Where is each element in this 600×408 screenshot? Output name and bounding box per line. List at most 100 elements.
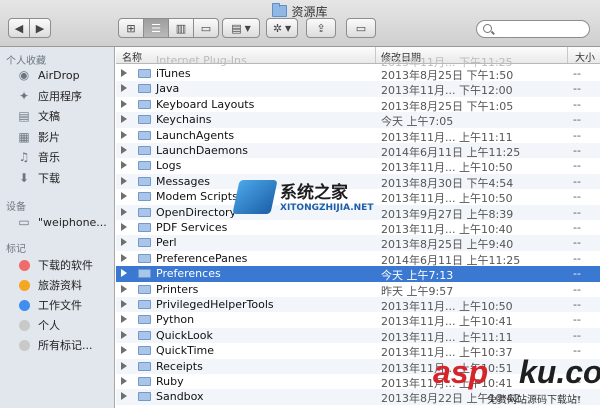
disclosure-triangle-icon[interactable] xyxy=(121,284,127,293)
sidebar-item-favorite-1[interactable]: ✦ 应用程序 xyxy=(0,86,114,106)
disclosure-triangle-icon[interactable] xyxy=(121,161,127,170)
file-size: -- xyxy=(573,313,581,327)
sidebar-item-tag-3[interactable]: 个人 xyxy=(0,315,114,335)
search-field[interactable] xyxy=(476,20,590,38)
column-size-header[interactable]: 大小 xyxy=(575,49,595,64)
folder-icon xyxy=(138,392,151,402)
folder-icon xyxy=(138,346,151,356)
disclosure-triangle-icon[interactable] xyxy=(121,392,127,401)
sidebar-item-label: 影片 xyxy=(38,130,60,144)
back-button[interactable]: ◀ xyxy=(8,18,30,38)
arrange-button[interactable]: ▤ ▼ xyxy=(222,18,260,38)
tag-color-dot-icon xyxy=(18,279,30,291)
folder-icon xyxy=(138,377,151,386)
list-item[interactable]: Python 2013年11月... 上午10:41 -- xyxy=(116,312,600,328)
watermark-xitongzhijia: 系统之家 XITONGZHIJIA.NET xyxy=(232,178,396,222)
disclosure-triangle-icon[interactable] xyxy=(121,300,127,308)
view-icons-button[interactable]: ⊞ xyxy=(118,18,144,38)
action-button[interactable]: ✲ ▼ xyxy=(266,18,298,38)
disclosure-triangle-icon[interactable] xyxy=(121,269,127,278)
file-size: -- xyxy=(573,205,581,219)
disclosure-triangle-icon[interactable] xyxy=(121,253,127,262)
forward-arrow-icon: ▶ xyxy=(35,21,45,35)
disclosure-triangle-icon[interactable] xyxy=(121,207,127,216)
view-list-button[interactable]: ☰ xyxy=(143,18,169,38)
file-name: PDF Services xyxy=(156,221,228,234)
tag-color-dot-icon xyxy=(18,299,30,311)
sidebar-item-favorite-2[interactable]: ▤ 文稿 xyxy=(0,106,114,126)
sidebar-item-label: 文稿 xyxy=(38,110,60,123)
sidebar-item-label: "weiphone... xyxy=(38,215,107,229)
list-item[interactable]: PrivilegedHelperTools 2013年11月... 上午10:50… xyxy=(116,297,600,313)
file-size: -- xyxy=(573,82,581,96)
tag-color-dot-icon xyxy=(18,259,30,271)
list-item[interactable]: Preferences 今天 上午7:13 -- xyxy=(116,266,600,282)
file-size: -- xyxy=(573,298,581,311)
share-button[interactable]: ⇪ xyxy=(306,18,336,38)
sidebar-item-label: AirDrop xyxy=(38,68,80,82)
disclosure-triangle-icon[interactable] xyxy=(121,84,127,93)
sidebar-item-favorite-0[interactable]: ◉ AirDrop xyxy=(0,65,114,85)
list-item[interactable]: PreferencePanes 2014年6月11日 上午11:25 -- xyxy=(116,251,600,267)
grid-icon: ⊞ xyxy=(126,21,136,35)
disclosure-triangle-icon[interactable] xyxy=(121,115,127,124)
disclosure-triangle-icon[interactable] xyxy=(121,315,127,324)
sidebar-item-favorite-3[interactable]: ▦ 影片 xyxy=(0,127,114,147)
sidebar-item-favorite-5[interactable]: ⬇ 下载 xyxy=(0,168,114,188)
disclosure-triangle-icon[interactable] xyxy=(121,192,127,201)
disclosure-triangle-icon[interactable] xyxy=(121,223,127,231)
back-arrow-icon: ◀ xyxy=(14,21,24,35)
xitongzhijia-logo-icon xyxy=(232,180,278,214)
disclosure-triangle-icon[interactable] xyxy=(121,361,127,370)
disclosure-triangle-icon[interactable] xyxy=(121,99,127,108)
list-item[interactable]: Keychains 今天 上午7:05 -- xyxy=(116,112,600,128)
sidebar-item-tag-1[interactable]: 旅游资料 xyxy=(0,275,114,295)
disclosure-triangle-icon[interactable] xyxy=(121,377,127,385)
file-name: Preferences xyxy=(156,267,221,281)
sidebar-item-tag-2[interactable]: 工作文件 xyxy=(0,295,114,315)
file-size: -- xyxy=(573,328,581,342)
sidebar-item-label: 音乐 xyxy=(38,151,60,164)
list-item[interactable]: Keyboard Layouts 2013年8月25日 下午1:05 -- xyxy=(116,97,600,113)
file-name: Receipts xyxy=(156,359,203,373)
file-name: Keychains xyxy=(156,113,212,127)
tag-icon xyxy=(16,297,32,313)
tags-button[interactable]: ▭ xyxy=(346,18,376,38)
sidebar-item-favorite-4[interactable]: ♫ 音乐 xyxy=(0,147,114,167)
chevron-down-icon: ▼ xyxy=(244,23,251,33)
disclosure-triangle-icon[interactable] xyxy=(121,346,127,355)
list-item[interactable]: LaunchAgents 2013年11月... 上午11:11 -- xyxy=(116,128,600,144)
disclosure-triangle-icon[interactable] xyxy=(121,176,127,185)
sidebar-item-label: 个人 xyxy=(38,319,60,332)
list-item[interactable]: Perl 2013年8月25日 上午9:40 -- xyxy=(116,235,600,251)
watermark-aspku: asp ku.com 免费网站源码下载站! xyxy=(433,354,600,406)
list-item[interactable]: PDF Services 2013年11月... 上午10:40 -- xyxy=(116,220,600,236)
folder-icon xyxy=(138,115,151,125)
sidebar-item-tag-4[interactable]: 所有标记... xyxy=(0,335,114,355)
list-item[interactable]: QuickLook 2013年11月... 上午11:11 -- xyxy=(116,327,600,344)
list-item[interactable]: Printers 昨天 上午9:57 -- xyxy=(116,282,600,298)
disclosure-triangle-icon[interactable] xyxy=(121,130,127,139)
disclosure-triangle-icon[interactable] xyxy=(121,69,127,77)
folder-icon xyxy=(138,84,151,94)
view-columns-button[interactable]: ▥ xyxy=(168,18,194,38)
view-coverflow-button[interactable]: ▭ xyxy=(193,18,219,38)
tag-icon xyxy=(16,257,32,273)
list-item[interactable]: Java 2013年11月... 下午12:00 -- xyxy=(116,81,600,97)
file-name: OpenDirectory xyxy=(156,205,237,219)
search-input[interactable] xyxy=(495,22,589,38)
disclosure-triangle-icon[interactable] xyxy=(121,146,127,154)
airdrop-icon: ◉ xyxy=(18,68,30,82)
sidebar-item-tag-0[interactable]: 下载的软件 xyxy=(0,255,114,275)
tag-icon xyxy=(16,277,32,293)
list-item[interactable]: LaunchDaemons 2014年6月11日 上午11:25 -- xyxy=(116,143,600,159)
column-name-header[interactable]: 名称 xyxy=(122,49,142,64)
disclosure-triangle-icon[interactable] xyxy=(121,238,127,247)
disclosure-triangle-icon[interactable] xyxy=(121,330,127,339)
list-item[interactable]: Logs 2013年11月... 上午10:50 -- xyxy=(116,158,600,174)
sidebar-item-label: 应用程序 xyxy=(38,89,82,103)
list-item[interactable]: iTunes 2013年8月25日 下午1:50 -- xyxy=(116,66,600,82)
sidebar-item-device-0[interactable]: ▭ "weiphone... xyxy=(0,212,114,232)
sidebar: 个人收藏 设备 标记 ◉ AirDrop ✦ 应用程序 ▤ 文稿 ▦ 影片 ♫ 音乐 ⬇ 下载 ▭ "we… xyxy=(0,47,115,408)
forward-button[interactable]: ▶ xyxy=(29,18,51,38)
